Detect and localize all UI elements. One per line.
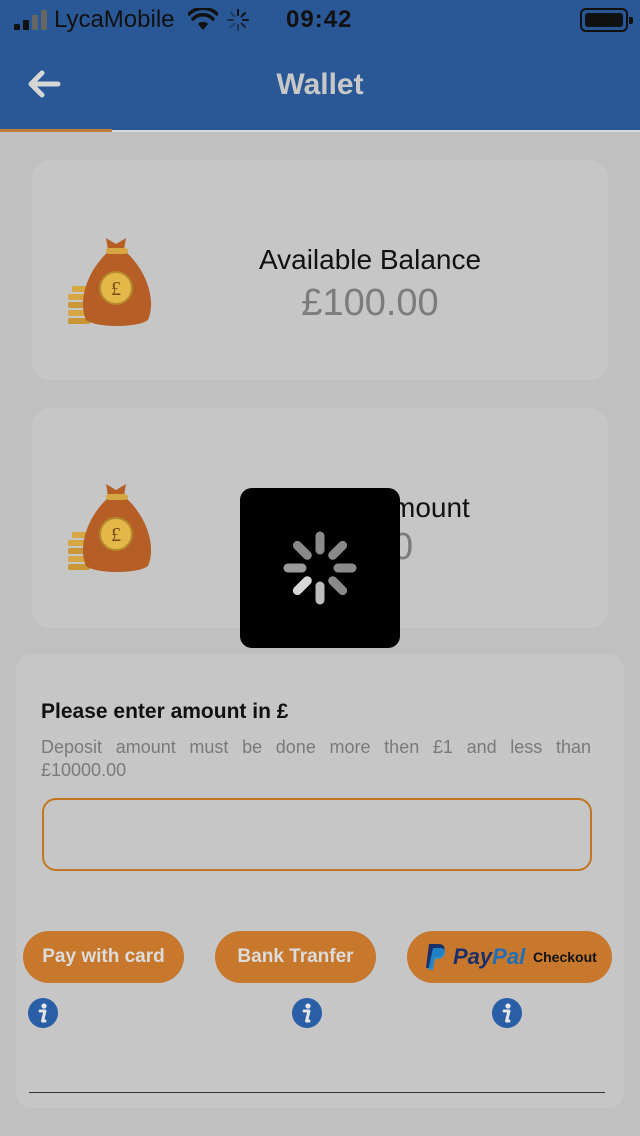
balance-amount: £100.00 — [301, 282, 439, 324]
deposit-amount-label: Please enter amount in £ — [41, 700, 289, 723]
app-header: Wallet — [0, 40, 640, 132]
paypal-checkout-button[interactable]: PayPal Checkout — [407, 931, 612, 983]
paypal-pay-text: Pay — [453, 944, 493, 969]
activity-spinner-icon — [227, 9, 249, 31]
paypal-logo-icon — [426, 944, 446, 970]
wifi-icon — [188, 8, 218, 30]
paypal-checkout-label: Checkout — [533, 949, 597, 965]
paypal-pal-text: Pal — [492, 944, 526, 969]
money-bag-icon: £ — [68, 238, 152, 326]
info-icon[interactable] — [27, 997, 59, 1029]
deposit-amount-input[interactable] — [42, 798, 592, 871]
paypal-wordmark: PayPal — [453, 942, 525, 972]
second-card-label: mount — [392, 492, 470, 523]
loading-overlay — [240, 488, 400, 648]
svg-text:£: £ — [111, 524, 121, 546]
signal-bars-icon — [14, 10, 48, 30]
page-title: Wallet — [276, 68, 364, 101]
tab-track — [112, 130, 640, 132]
status-bar: LycaMobile 09:42 — [0, 0, 640, 40]
loading-spinner-icon — [283, 531, 357, 605]
info-icon[interactable] — [291, 997, 323, 1029]
tab-indicator — [0, 129, 112, 132]
deposit-hint: Deposit amount must be done more then £1… — [41, 737, 591, 780]
battery-icon — [580, 8, 633, 32]
bank-transfer-button[interactable]: Bank Tranfer — [215, 931, 376, 983]
divider — [29, 1092, 605, 1093]
svg-text:£: £ — [111, 278, 121, 300]
info-icon[interactable] — [491, 997, 523, 1029]
deposit-panel: Please enter amount in £ Deposit amount … — [16, 654, 624, 1108]
balance-label: Available Balance — [258, 244, 482, 275]
carrier-name: LycaMobile — [54, 6, 175, 33]
clock-time: 09:42 — [286, 6, 353, 33]
pay-with-card-button[interactable]: Pay with card — [23, 931, 184, 983]
available-balance-card: £ Available Balance £100.00 — [32, 160, 608, 380]
money-bag-icon: £ — [68, 484, 152, 572]
